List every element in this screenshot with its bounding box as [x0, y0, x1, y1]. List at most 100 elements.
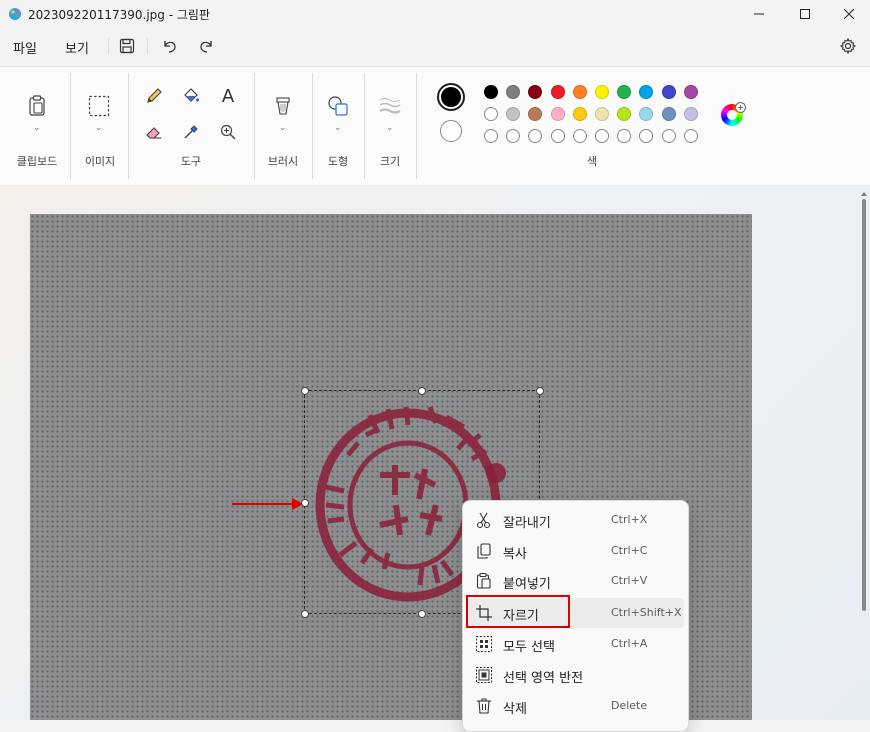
- color-swatch[interactable]: [528, 107, 543, 121]
- color-swatch[interactable]: [572, 129, 587, 143]
- ribbon-divider: [70, 73, 71, 179]
- color-swatch[interactable]: [506, 129, 521, 143]
- color-swatch[interactable]: [661, 129, 676, 143]
- color-swatch[interactable]: [639, 107, 654, 121]
- size-button[interactable]: [379, 95, 401, 117]
- pencil-tool[interactable]: [143, 85, 165, 107]
- color-swatch[interactable]: [484, 107, 498, 121]
- primary-color-swatch: [441, 87, 461, 107]
- color-picker-tool[interactable]: [180, 121, 202, 143]
- tools-group-label: 도구: [180, 155, 202, 168]
- undo-button[interactable]: [160, 36, 180, 56]
- save-button[interactable]: [117, 36, 137, 56]
- menu-item-invert-selection[interactable]: 선택 영역 반전: [467, 660, 684, 690]
- color-swatch[interactable]: [639, 129, 654, 143]
- close-button[interactable]: [826, 0, 870, 28]
- red-highlight-annotation: [466, 595, 570, 628]
- edit-colors-button[interactable]: +: [721, 102, 746, 126]
- ribbon-divider: [416, 73, 417, 179]
- color-swatch[interactable]: [617, 85, 632, 99]
- color-swatch[interactable]: [550, 107, 565, 121]
- color-swatch[interactable]: [572, 107, 587, 121]
- window-title: 202309220117390.jpg - 그림판: [28, 8, 210, 22]
- chevron-down-icon[interactable]: ⌄: [95, 123, 103, 133]
- primary-color-button[interactable]: [437, 83, 465, 111]
- red-arrow-annotation: [232, 498, 303, 510]
- color-swatch[interactable]: [639, 85, 654, 99]
- view-menu[interactable]: 보기: [65, 38, 89, 57]
- undo-icon: [164, 41, 176, 53]
- menu-item-shortcut: Delete: [611, 699, 648, 712]
- color-swatch[interactable]: [506, 85, 521, 99]
- clipboard-group-label: 클립보드: [16, 155, 58, 168]
- color-swatch[interactable]: [528, 85, 543, 99]
- menu-divider: [108, 38, 109, 54]
- color-swatch[interactable]: [550, 129, 565, 143]
- color-swatch[interactable]: [595, 85, 609, 99]
- color-swatch[interactable]: [617, 129, 632, 143]
- selection-rectangle-icon: [88, 95, 110, 117]
- chevron-down-icon[interactable]: ⌄: [33, 123, 41, 133]
- color-swatch[interactable]: [595, 107, 609, 121]
- select-button[interactable]: [88, 95, 110, 117]
- text-tool[interactable]: A: [217, 85, 239, 107]
- minimize-icon: [754, 13, 764, 15]
- menu-item-paste[interactable]: 붙여넣기 Ctrl+V: [467, 566, 684, 596]
- color-swatch[interactable]: [484, 129, 498, 143]
- zoom-icon: [220, 124, 236, 140]
- chevron-down-icon[interactable]: ⌄: [386, 123, 394, 133]
- settings-button[interactable]: [838, 36, 858, 56]
- color-swatch[interactable]: [550, 85, 565, 99]
- color-swatch[interactable]: [661, 85, 676, 99]
- size-group-label: 크기: [379, 155, 401, 168]
- resize-handle[interactable]: [301, 610, 309, 618]
- select-all-icon: [476, 636, 492, 652]
- color-swatch[interactable]: [683, 129, 698, 143]
- secondary-color-button[interactable]: [440, 120, 462, 142]
- color-swatch[interactable]: [683, 85, 698, 99]
- chevron-down-icon[interactable]: ⌄: [334, 123, 342, 133]
- color-swatch[interactable]: [661, 107, 676, 121]
- redo-icon: [200, 41, 212, 53]
- chevron-down-icon[interactable]: ⌄: [279, 123, 287, 133]
- resize-handle[interactable]: [301, 387, 309, 395]
- minimize-button[interactable]: [736, 0, 782, 28]
- resize-handle[interactable]: [418, 610, 426, 618]
- ribbon-divider: [312, 73, 313, 179]
- resize-handle[interactable]: [418, 387, 426, 395]
- menu-item-cut[interactable]: 잘라내기 Ctrl+X: [467, 505, 684, 535]
- menu-item-delete[interactable]: 삭제 Delete: [467, 691, 684, 721]
- resize-handle[interactable]: [301, 499, 309, 507]
- resize-handle[interactable]: [536, 387, 544, 395]
- eraser-tool[interactable]: [143, 121, 165, 143]
- color-swatch[interactable]: [683, 107, 698, 121]
- plus-icon: +: [735, 102, 746, 113]
- colors-group-label: 색: [586, 155, 598, 168]
- color-swatch[interactable]: [528, 129, 543, 143]
- color-swatch[interactable]: [572, 85, 587, 99]
- clipboard-button[interactable]: [26, 95, 48, 117]
- paste-icon: [476, 572, 491, 589]
- maximize-button[interactable]: [782, 0, 828, 28]
- color-swatch[interactable]: [595, 129, 609, 143]
- fill-tool[interactable]: [180, 85, 202, 107]
- color-swatch[interactable]: [617, 107, 632, 121]
- menu-item-copy[interactable]: 복사 Ctrl+C: [467, 536, 684, 566]
- brush-button[interactable]: [272, 95, 294, 117]
- menu-item-select-all[interactable]: 모두 선택 Ctrl+A: [467, 629, 684, 659]
- shapes-group-label: 도형: [327, 155, 349, 168]
- ribbon-divider: [364, 73, 365, 179]
- menu-item-shortcut: Ctrl+Shift+X: [611, 606, 682, 619]
- shapes-button[interactable]: [327, 95, 349, 117]
- color-swatch[interactable]: [506, 107, 521, 121]
- color-swatch[interactable]: [484, 85, 498, 99]
- file-menu[interactable]: 파일: [13, 38, 37, 57]
- paint-bucket-icon: [184, 88, 200, 102]
- magnifier-tool[interactable]: [217, 121, 239, 143]
- title-bar: 202309220117390.jpg - 그림판: [0, 0, 870, 28]
- scroll-thumb[interactable]: [862, 199, 866, 611]
- redo-button[interactable]: [196, 36, 216, 56]
- pencil-icon: [147, 88, 162, 103]
- vertical-scrollbar[interactable]: [858, 185, 870, 720]
- scroll-up-icon[interactable]: [858, 189, 870, 199]
